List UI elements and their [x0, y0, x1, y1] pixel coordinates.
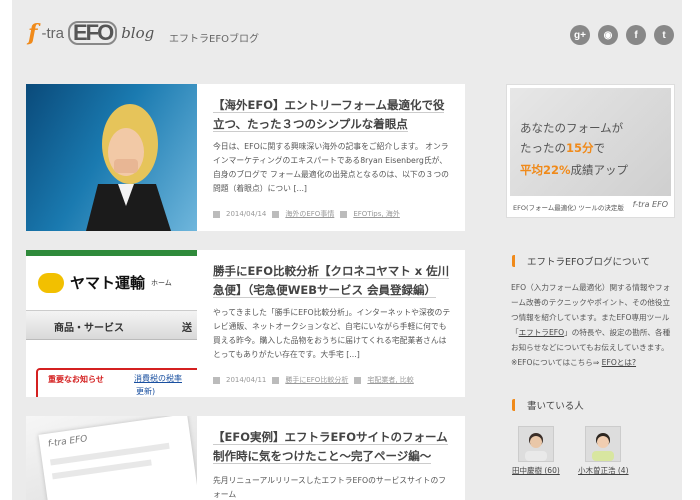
calendar-icon [213, 376, 220, 384]
social-links: g+ ◉ f t [570, 25, 674, 45]
authors-heading-text: 書いている人 [527, 401, 584, 412]
article-card[interactable]: f-tra EFO 【EFO実例】エフトラEFOサイトのフォーム制作時に気をつけ… [26, 416, 465, 500]
thumb-nav-text: 送 [182, 323, 192, 334]
thumb-logo-text: ヤマト運輸 [70, 274, 146, 292]
banner-line-2: たったの15分で [520, 141, 606, 155]
article-meta: 2014/04/14 海外のEFO事情 EFOTips, 海外 [213, 209, 400, 219]
article-thumbnail[interactable]: ヤマト運輸 ホーム 商品・サービス 送 重要なお知らせ 消費税の税率 更新) [26, 250, 197, 397]
article-title[interactable]: 【海外EFO】エントリーフォーム最適化で役立つ、たった３つのシンプルな着眼点 [213, 96, 453, 134]
article-thumbnail[interactable]: f-tra EFO [26, 416, 197, 500]
logo-blog: blog [121, 24, 155, 42]
article-excerpt: 先月リニューアルリリースしたエフトラEFOのサービスサイトのフォーム [213, 476, 447, 499]
folder-icon [272, 376, 280, 384]
article-thumbnail[interactable] [26, 84, 197, 231]
rss-icon[interactable]: ◉ [598, 25, 618, 45]
article-meta: 2014/04/11 勝手にEFO比較分析 宅配業者, 比較 [213, 375, 414, 385]
twitter-icon[interactable]: t [654, 25, 674, 45]
heading-mark-icon [512, 255, 521, 267]
thumb-screenshot: f-tra EFO [38, 416, 197, 500]
site-logo[interactable]: f -tra EFO blog [28, 20, 154, 46]
banner-image: あなたのフォームが たったの15分で 平均22%成績アップ [510, 88, 671, 196]
header: f -tra EFO blog エフトラEFOブログ g+ ◉ f t [12, 0, 682, 70]
thumb-green-bar [26, 250, 197, 256]
thumb-nav-text: 商品・サービス [54, 323, 124, 334]
tag-icon [354, 376, 362, 384]
site-title: エフトラEFOブログ [169, 34, 259, 45]
about-heading: エフトラEFOブログについて [512, 254, 650, 268]
thumb-notice-text: 消費税の税率 [134, 374, 182, 383]
banner-logo: f-tra EFO [632, 200, 668, 209]
author-item[interactable]: 小木曽正浩 (4) [578, 426, 629, 476]
article-title[interactable]: 勝手にEFO比較分析【クロネコヤマト x 佐川急便】（宅急便WEBサービス 会員… [213, 262, 453, 300]
surprised-woman-image [86, 104, 171, 231]
article-category[interactable]: 勝手にEFO比較分析 [285, 375, 348, 385]
article-excerpt: やってきました「勝手にEFO比較分析」。インターネットや深夜のテレビ通販、ネット… [213, 308, 451, 359]
tag-icon [340, 210, 348, 218]
article-tags[interactable]: 宅配業者, 比較 [367, 375, 413, 385]
article-card[interactable]: ヤマト運輸 ホーム 商品・サービス 送 重要なお知らせ 消費税の税率 更新) 勝… [26, 250, 465, 397]
heading-mark-icon [512, 399, 521, 411]
about-heading-text: エフトラEFOブログについて [527, 257, 651, 268]
article-tags[interactable]: EFOTips, 海外 [353, 209, 400, 219]
article-card[interactable]: 【海外EFO】エントリーフォーム最適化で役立つ、たった３つのシンプルな着眼点 今… [26, 84, 465, 231]
thumb-notice-text: 更新) [136, 387, 156, 396]
banner-line-3: 平均22%成績アップ [520, 163, 629, 177]
logo-f: f [28, 20, 38, 46]
author-name[interactable]: 田中慶樹 (60) [512, 465, 560, 476]
page: f -tra EFO blog エフトラEFOブログ g+ ◉ f t 【海外E… [12, 0, 682, 500]
thumb-nav-bar: 商品・サービス 送 [26, 310, 197, 340]
article-date: 2014/04/11 [226, 376, 267, 384]
banner-caption: EFO(フォーム最適化) ツールの決定版 [513, 204, 624, 212]
what-is-efo-link[interactable]: EFOとは? [602, 358, 636, 367]
facebook-icon[interactable]: f [626, 25, 646, 45]
logo-tra: -tra [41, 24, 64, 42]
avatar[interactable] [585, 426, 622, 462]
avatar[interactable] [517, 426, 554, 462]
article-excerpt: 今日は、EFOに関する興味深い海外の記事をご紹介します。 オンラインマーケティン… [213, 142, 449, 193]
thumb-logo-text: f-tra EFO [47, 434, 89, 450]
thumb-logo: ヤマト運輸 ホーム [38, 272, 172, 293]
author-item[interactable]: 田中慶樹 (60) [512, 426, 560, 476]
calendar-icon [213, 210, 220, 218]
efo-tool-link[interactable]: エフトラEFO [519, 328, 565, 337]
article-date: 2014/04/14 [226, 210, 267, 218]
thumb-notice-box: 重要なお知らせ 消費税の税率 更新) [36, 368, 197, 397]
authors-heading: 書いている人 [512, 398, 584, 412]
banner-line-1: あなたのフォームが [520, 121, 624, 135]
folder-icon [272, 210, 280, 218]
cat-logo-icon [38, 272, 64, 293]
google-plus-icon[interactable]: g+ [570, 25, 590, 45]
article-category[interactable]: 海外のEFO事情 [285, 209, 334, 219]
author-name[interactable]: 小木曽正浩 (4) [578, 465, 629, 476]
thumb-home-text: ホーム [151, 278, 172, 287]
logo-efo: EFO [67, 21, 118, 45]
article-title[interactable]: 【EFO実例】エフトラEFOサイトのフォーム制作時に気をつけたこと〜完了ページ編… [213, 428, 453, 466]
thumb-notice-label: 重要なお知らせ [48, 375, 104, 384]
about-text: EFO（入力フォーム最適化）関する情報やフォーム改善のテクニックやポイント、その… [511, 283, 671, 367]
efo-banner[interactable]: あなたのフォームが たったの15分で 平均22%成績アップ EFO(フォーム最適… [506, 84, 675, 218]
